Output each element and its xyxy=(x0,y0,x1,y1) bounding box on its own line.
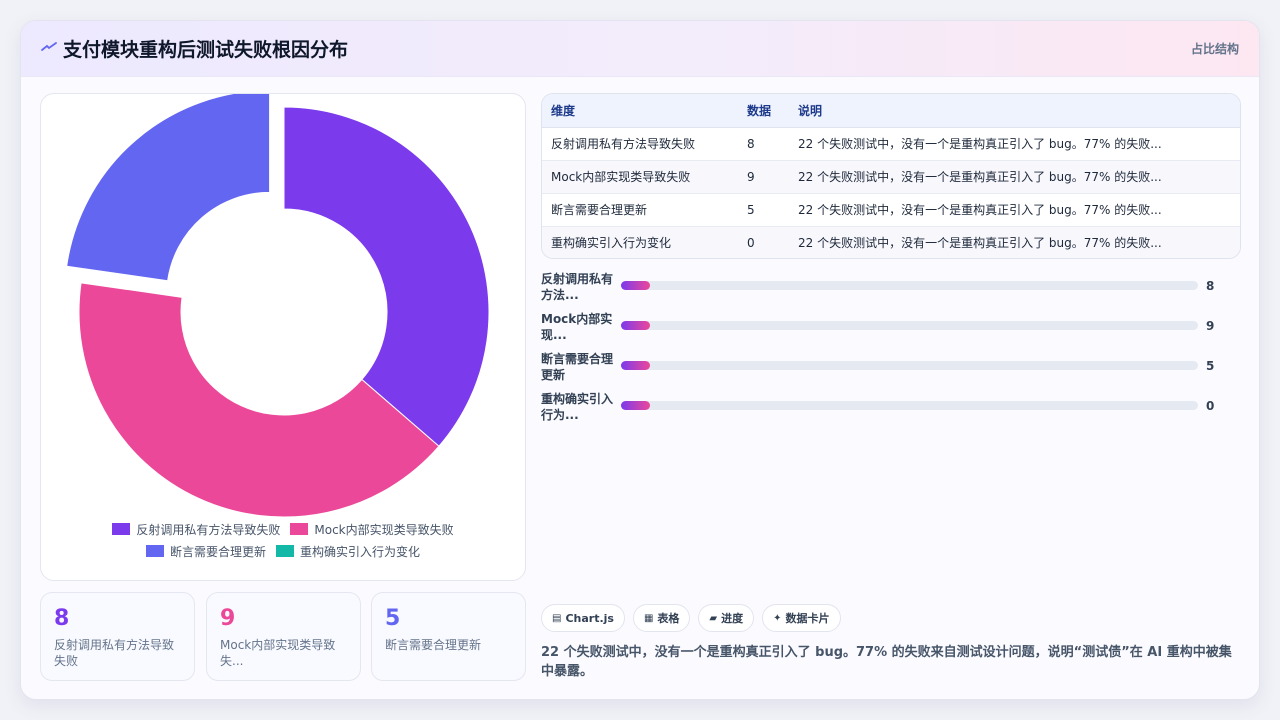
page-title: 支付模块重构后测试失败根因分布 xyxy=(63,39,349,61)
table-row: 断言需要合理更新 5 22 个失败测试中，没有一个是重构真正引入了 bug。77… xyxy=(542,193,1240,227)
stat-label: 断言需要合理更新 xyxy=(385,638,482,652)
data-table-wrapper: 维度 数据 说明 反射调用私有方法导致失败 8 22 个失败测试中，没有一个是重… xyxy=(541,93,1241,259)
pie-slice-2[interactable] xyxy=(66,94,271,282)
legend-item[interactable]: Mock内部实现类导致失败 xyxy=(290,521,454,537)
table-cell: 9 xyxy=(738,160,789,194)
legend-item[interactable]: 断言需要合理更新 xyxy=(145,543,266,559)
legend-label: Mock内部实现类导致失败 xyxy=(314,522,454,537)
table-cell: 重构确实引入行为变化 xyxy=(542,226,738,258)
legend-swatch xyxy=(112,523,131,535)
chip-label: Chart.js xyxy=(565,611,614,625)
pie-slice-1[interactable] xyxy=(78,282,440,518)
progress-track xyxy=(621,321,1198,330)
table-cell: 22 个失败测试中，没有一个是重构真正引入了 bug。77% 的失败... xyxy=(789,127,1240,161)
table-header-value: 数据 xyxy=(738,94,789,128)
stat-label: 反射调用私有方法导致失败 xyxy=(54,638,175,668)
legend-label: 反射调用私有方法导致失败 xyxy=(136,522,281,537)
table-header-dimension: 维度 xyxy=(542,94,738,128)
progress-fill xyxy=(621,281,650,290)
legend-swatch xyxy=(276,545,294,557)
progress-icon: ▰ xyxy=(709,612,718,624)
progress-value: 5 xyxy=(1206,359,1215,373)
stat-value: 8 xyxy=(54,606,70,631)
progress-track xyxy=(621,281,1198,290)
progress-label: Mock内部实现... xyxy=(541,312,613,342)
data-table: 维度 数据 说明 反射调用私有方法导致失败 8 22 个失败测试中，没有一个是重… xyxy=(542,94,1240,258)
progress-row: 反射调用私有方法... 8 xyxy=(541,271,1241,311)
feature-chips: ▤ Chart.js ▦ 表格 ▰ 进度 ✦ 数据卡片 xyxy=(541,604,841,632)
pie-slice-0[interactable] xyxy=(283,106,490,447)
chart-legend: 反射调用私有方法导致失败 Mock内部实现类导致失败断言需要合理更新 重构确实引入行… xyxy=(41,521,525,559)
progress-value: 8 xyxy=(1206,279,1215,293)
table-cell: 0 xyxy=(738,226,789,258)
legend-swatch xyxy=(145,545,164,557)
table-cell: 5 xyxy=(738,193,789,227)
stat-card-mock: 9 Mock内部实现类导致失... xyxy=(206,592,361,681)
progress-row: 断言需要合理更新 5 xyxy=(541,351,1241,391)
table-cell: 22 个失败测试中，没有一个是重构真正引入了 bug。77% 的失败... xyxy=(789,226,1240,258)
progress-label: 断言需要合理更新 xyxy=(541,352,614,382)
chip-table[interactable]: ▦ 表格 xyxy=(632,604,691,632)
chip-label: 表格 xyxy=(657,612,680,625)
table-cell: 断言需要合理更新 xyxy=(542,193,738,227)
chart-kind-tag: 占比结构 xyxy=(1190,42,1239,56)
chip-progress[interactable]: ▰ 进度 xyxy=(698,604,755,632)
legend-label: 断言需要合理更新 xyxy=(169,544,266,559)
progress-fill xyxy=(621,321,650,330)
doughnut-chart-panel: 反射调用私有方法导致失败 Mock内部实现类导致失败断言需要合理更新 重构确实引入行… xyxy=(40,93,526,581)
doughnut-chart[interactable] xyxy=(41,94,527,524)
progress-track xyxy=(621,401,1198,410)
table-header-row: 维度 数据 说明 xyxy=(542,94,1240,128)
progress-label: 反射调用私有方法... xyxy=(541,272,614,302)
legend-swatch xyxy=(290,523,309,535)
progress-fill xyxy=(621,361,650,370)
table-row: 反射调用私有方法导致失败 8 22 个失败测试中，没有一个是重构真正引入了 bu… xyxy=(542,127,1240,161)
table-icon: ▦ xyxy=(643,612,654,624)
progress-label: 重构确实引入行为... xyxy=(541,392,614,422)
table-cell: 反射调用私有方法导致失败 xyxy=(542,127,738,161)
chip-label: 进度 xyxy=(721,612,744,625)
table-header-note: 说明 xyxy=(789,94,1240,128)
table-cell: 8 xyxy=(738,127,789,161)
summary-note: 22 个失败测试中，没有一个是重构真正引入了 bug。77% 的失败来自测试设计… xyxy=(541,645,1232,679)
progress-bars: 反射调用私有方法... 8 Mock内部实现... 9 断言需要合理更新 5 重… xyxy=(541,271,1241,431)
table-row: 重构确实引入行为变化 0 22 个失败测试中，没有一个是重构真正引入了 bug。… xyxy=(542,226,1240,258)
progress-value: 9 xyxy=(1206,319,1215,333)
legend-label: 重构确实引入行为变化 xyxy=(300,544,421,559)
table-cell: 22 个失败测试中，没有一个是重构真正引入了 bug。77% 的失败... xyxy=(789,193,1240,227)
stat-card-assertion: 5 断言需要合理更新 xyxy=(371,592,526,681)
progress-value: 0 xyxy=(1206,399,1215,413)
stat-value: 9 xyxy=(220,606,236,631)
stat-card-reflection: 8 反射调用私有方法导致失败 xyxy=(40,592,195,681)
progress-fill xyxy=(621,401,650,410)
chart-icon: ▤ xyxy=(552,612,562,624)
table-cell: Mock内部实现类导致失败 xyxy=(542,160,738,194)
chip-chartjs[interactable]: ▤ Chart.js xyxy=(541,604,625,632)
legend-item[interactable]: 反射调用私有方法导致失败 xyxy=(112,521,280,537)
sparkle-icon: ✦ xyxy=(773,612,782,624)
stat-value: 5 xyxy=(385,606,401,631)
legend-item[interactable]: 重构确实引入行为变化 xyxy=(276,543,420,559)
table-cell: 22 个失败测试中，没有一个是重构真正引入了 bug。77% 的失败... xyxy=(789,160,1240,194)
pulse-icon xyxy=(41,42,57,51)
chip-data-card[interactable]: ✦ 数据卡片 xyxy=(762,604,841,632)
progress-track xyxy=(621,361,1198,370)
chip-label: 数据卡片 xyxy=(785,612,830,625)
dashboard-card: 支付模块重构后测试失败根因分布 占比结构 反射调用私有方法导致失败 Mock内部实… xyxy=(20,20,1260,700)
progress-row: Mock内部实现... 9 xyxy=(541,311,1241,351)
progress-row: 重构确实引入行为... 0 xyxy=(541,391,1241,431)
card-header: 支付模块重构后测试失败根因分布 占比结构 xyxy=(21,21,1259,77)
stat-label: Mock内部实现类导致失... xyxy=(220,638,336,668)
table-row: Mock内部实现类导致失败 9 22 个失败测试中，没有一个是重构真正引入了 b… xyxy=(542,160,1240,194)
